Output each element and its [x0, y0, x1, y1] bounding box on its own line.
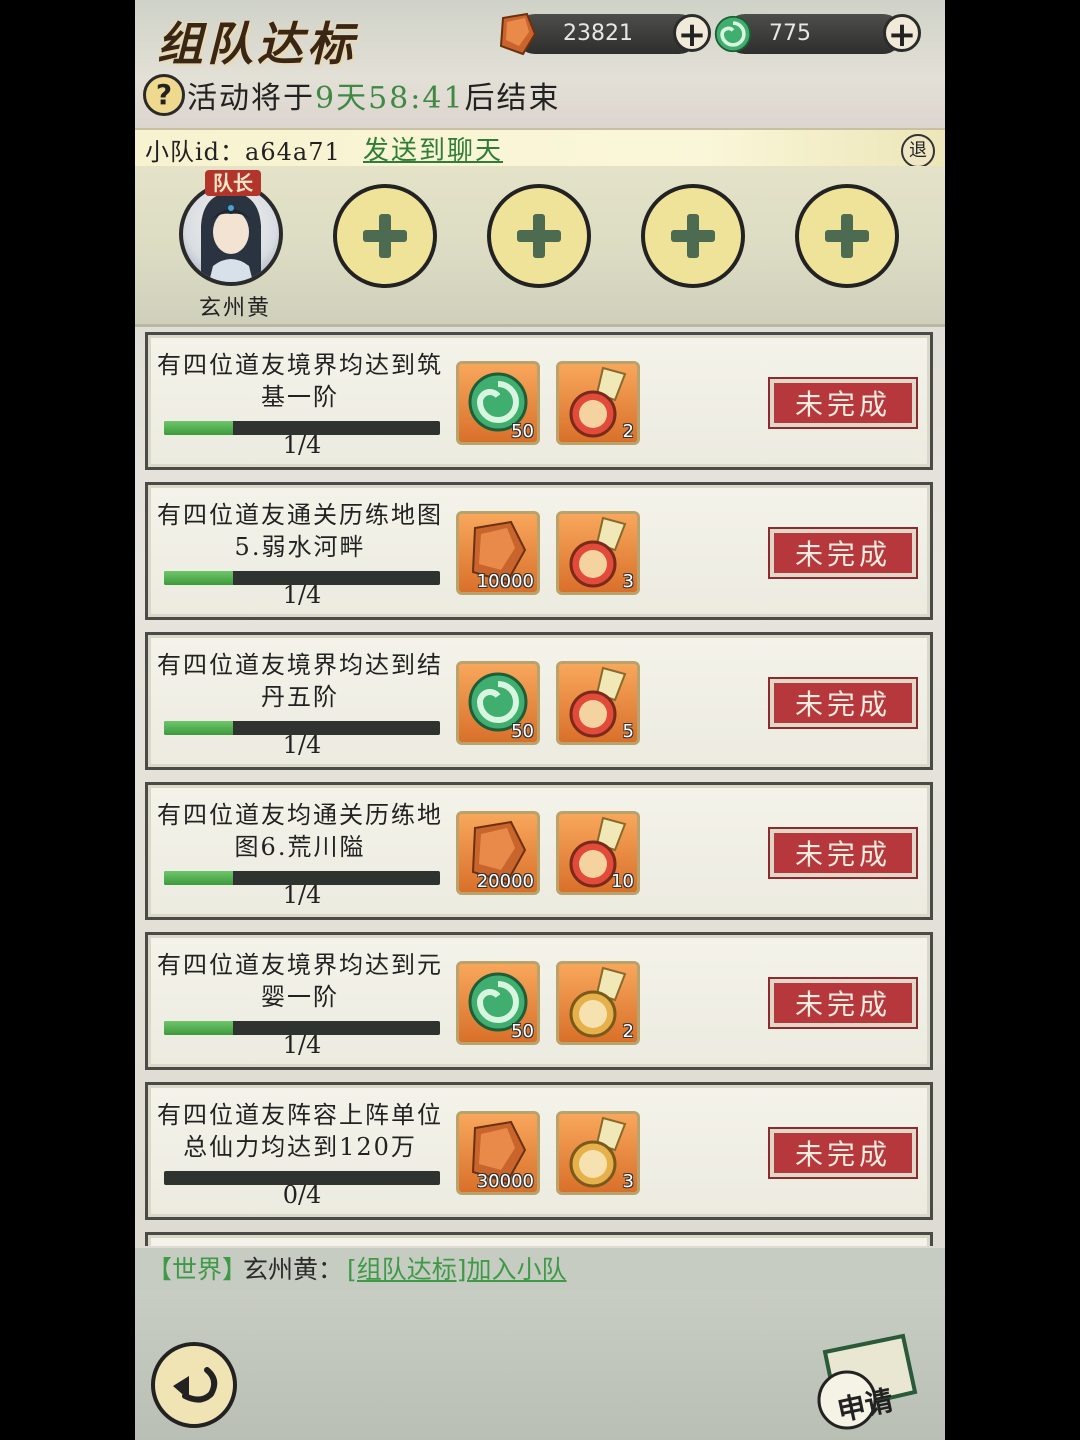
empty-slot[interactable]	[487, 184, 591, 288]
spirit-stone-count: 23821	[563, 21, 633, 46]
task-description: 有四位道友阵容上阵单位总仙力均达到120万	[157, 1101, 443, 1161]
task-description: 有四位道友境界均达到元婴一阶	[157, 951, 443, 1011]
reward-slot[interactable]: 30000	[456, 1111, 540, 1195]
task-description: 有四位道友境界均达到结丹五阶	[157, 651, 443, 711]
chat-join-link[interactable]: [组队达标]加入小队	[347, 1248, 567, 1292]
reward-slot[interactable]: 3	[556, 1111, 640, 1195]
plus-icon	[671, 214, 715, 258]
reward-count: 2	[622, 421, 634, 442]
reward-count: 10	[611, 871, 634, 892]
event-timer: ? 活动将于9天58:41后结束	[143, 72, 561, 118]
reward-slot[interactable]: 50	[456, 961, 540, 1045]
progress-text: 1/4	[282, 581, 322, 609]
empty-slot[interactable]	[641, 184, 745, 288]
back-button[interactable]	[151, 1342, 237, 1428]
incomplete-status-button[interactable]: 未完成	[770, 829, 916, 877]
reward-slot[interactable]: 10000	[456, 511, 540, 595]
progress-text: 1/4	[282, 881, 322, 909]
reward-slot[interactable]: 20000	[456, 811, 540, 895]
incomplete-status-button[interactable]: 未完成	[770, 679, 916, 727]
chat-bar[interactable]: 【世界】 玄州黄： [组队达标]加入小队	[135, 1248, 945, 1292]
jade-count: 775	[769, 21, 811, 46]
leader-badge: 队长	[205, 170, 261, 196]
reward-count: 50	[511, 1021, 534, 1042]
help-button[interactable]: ?	[143, 74, 185, 116]
task-card: 有四位道友境界均达到结丹五阶 1/4 50 5 未完成	[145, 632, 933, 770]
reward-slot[interactable]: 2	[556, 961, 640, 1045]
add-spirit-stone-button[interactable]: +	[673, 14, 711, 53]
back-arrow-icon	[173, 1367, 218, 1403]
reward-count: 50	[511, 721, 534, 742]
bottom-area: 申请	[135, 1292, 945, 1440]
progress-text: 1/4	[282, 731, 322, 759]
empty-slot[interactable]	[795, 184, 899, 288]
leader-avatar[interactable]	[179, 182, 283, 286]
page-title: 组队达标	[157, 17, 357, 71]
timer-value: 9天58:41	[315, 81, 465, 116]
task-card: 有四位道友境界均达到筑基一阶 1/4 50 2 未完成	[145, 332, 933, 470]
task-card: 有四位道友境界均达到元婴一阶 1/4 50 2 未完成	[145, 932, 933, 1070]
jade-icon	[714, 15, 752, 53]
plus-icon	[363, 214, 407, 258]
reward-count: 20000	[476, 871, 534, 892]
reward-count: 50	[511, 421, 534, 442]
task-description: 有四位道友境界均达到筑基一阶	[157, 351, 443, 411]
task-card: 有四位道友均通关历练地图6.荒川隘 1/4 20000 10 未完成	[145, 782, 933, 920]
task-card: 有四位道友通关历练地图5.弱水河畔 1/4 10000 3 未完成	[145, 482, 933, 620]
plus-icon	[825, 214, 869, 258]
plus-icon	[517, 214, 561, 258]
reward-slot[interactable]: 50	[456, 661, 540, 745]
header: 组队达标 23821 + 775 + ? 活动将于9天58:41后结束	[135, 0, 945, 128]
reward-slot[interactable]: 5	[556, 661, 640, 745]
task-description: 有四位道友均通关历练地图6.荒川隘	[157, 801, 443, 861]
leader-name: 玄州黄	[199, 296, 272, 321]
incomplete-status-button[interactable]: 未完成	[770, 379, 916, 427]
progress-text: 0/4	[282, 1181, 322, 1209]
chat-channel: 【世界】	[147, 1255, 248, 1284]
apply-button[interactable]: 申请	[811, 1332, 923, 1432]
add-jade-button[interactable]: +	[883, 14, 921, 53]
reward-count: 5	[622, 721, 634, 742]
progress-text: 1/4	[282, 431, 322, 459]
incomplete-status-button[interactable]: 未完成	[770, 1129, 916, 1177]
reward-slot[interactable]: 3	[556, 511, 640, 595]
quit-team-button[interactable]: 退	[901, 134, 935, 168]
character-portrait-icon	[201, 192, 261, 282]
task-card: 有四位道友阵容上阵单位总仙力均达到120万 0/4 30000 3 未完成	[145, 1082, 933, 1220]
team-id-row: 小队id：a64a71 发送到聊天 退	[135, 128, 945, 168]
spirit-stone-icon	[499, 12, 537, 56]
reward-slot[interactable]: 50	[456, 361, 540, 445]
timer-text: 活动将于9天58:41后结束	[187, 81, 561, 116]
progress-text: 1/4	[282, 1031, 322, 1059]
task-card	[145, 1232, 933, 1246]
team-panel: 队长 玄州黄	[135, 166, 945, 327]
chat-user: 玄州黄：	[243, 1255, 344, 1284]
reward-count: 3	[622, 571, 634, 592]
reward-count: 2	[622, 1021, 634, 1042]
reward-slot[interactable]: 10	[556, 811, 640, 895]
reward-count: 3	[622, 1171, 634, 1192]
spirit-stone-bar: 23821	[515, 14, 699, 54]
task-description: 有四位道友通关历练地图5.弱水河畔	[157, 501, 443, 561]
incomplete-status-button[interactable]: 未完成	[770, 529, 916, 577]
reward-count: 10000	[476, 571, 534, 592]
send-to-chat-link[interactable]: 发送到聊天	[363, 130, 503, 167]
reward-slot[interactable]: 2	[556, 361, 640, 445]
reward-count: 30000	[476, 1171, 534, 1192]
task-list[interactable]: 有四位道友境界均达到筑基一阶 1/4 50 2 未完成 有四位道友通关历练地图5…	[135, 326, 945, 1246]
empty-slot[interactable]	[333, 184, 437, 288]
team-id-label: 小队id：a64a71	[145, 138, 341, 166]
incomplete-status-button[interactable]: 未完成	[770, 979, 916, 1027]
app-screen: 组队达标 23821 + 775 + ? 活动将于9天58:41后结束 小队id…	[135, 0, 945, 1440]
